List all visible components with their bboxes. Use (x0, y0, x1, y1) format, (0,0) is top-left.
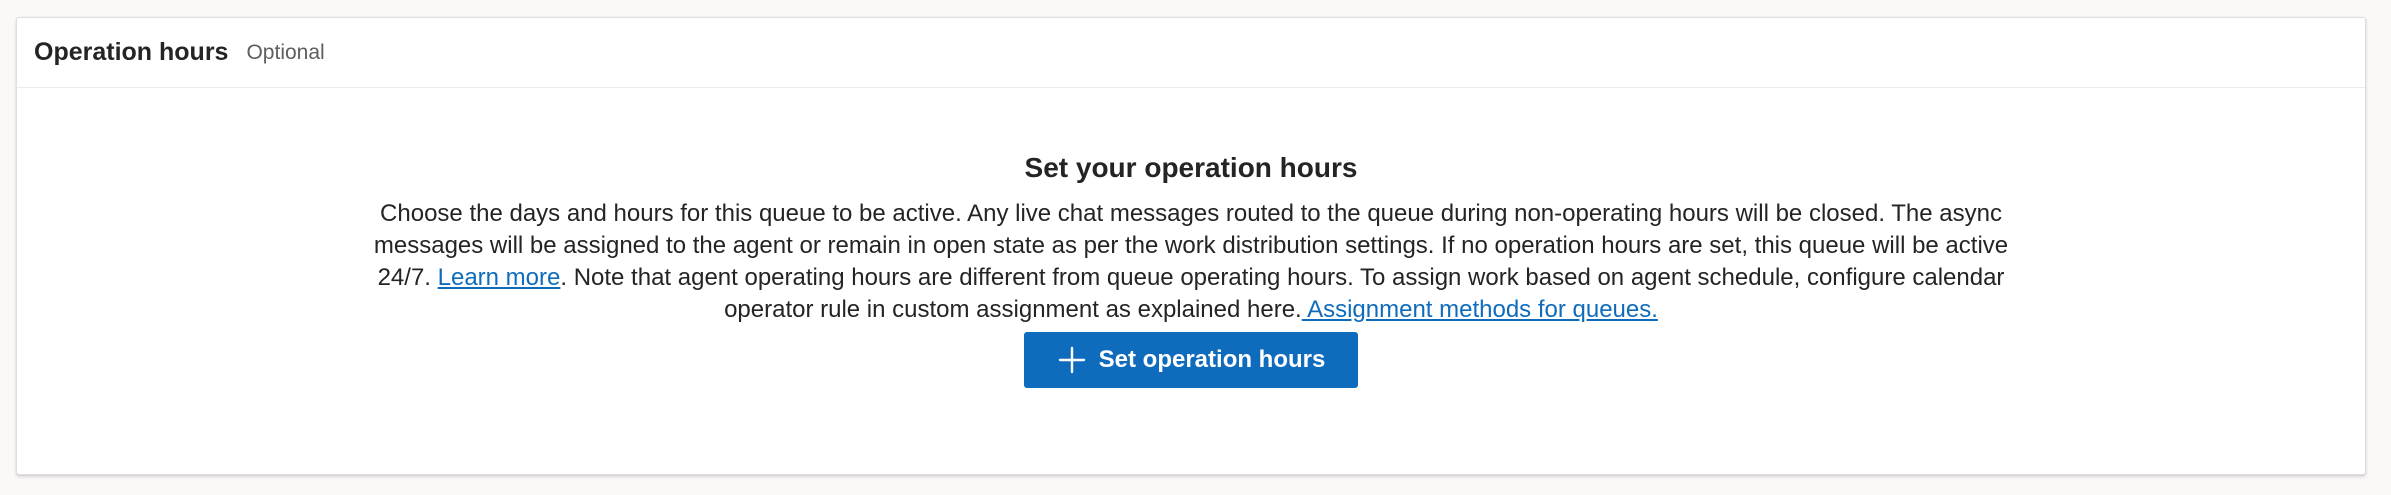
operation-hours-card: Operation hours Optional Set your operat… (16, 17, 2366, 475)
set-operation-hours-label: Set operation hours (1098, 346, 1326, 373)
section-title: Operation hours (34, 38, 229, 66)
empty-state-title: Set your operation hours (1024, 152, 1358, 183)
empty-state-description: Choose the days and hours for this queue… (371, 198, 2011, 326)
assignment-methods-link[interactable]: Assignment methods for queues. (1302, 296, 1658, 323)
learn-more-link[interactable]: Learn more (438, 264, 561, 291)
optional-label: Optional (246, 40, 325, 64)
plus-icon (1058, 346, 1085, 374)
card-header: Operation hours Optional (17, 18, 2365, 88)
set-operation-hours-button[interactable]: Set operation hours (1024, 332, 1358, 388)
description-text-2: . Note that agent operating hours are di… (560, 264, 2005, 323)
